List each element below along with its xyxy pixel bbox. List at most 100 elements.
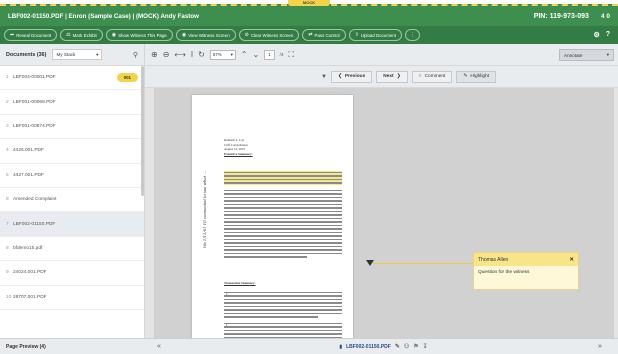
pass-control-label: Pass Control bbox=[314, 32, 340, 38]
list-item[interactable]: 10 28707.001.PDF bbox=[0, 286, 144, 310]
page-down-icon[interactable]: ⌄ bbox=[253, 50, 260, 59]
clear-witness-screen-label: Clear Witness Screen bbox=[250, 32, 294, 38]
list-item-number: 2 bbox=[6, 99, 9, 105]
exhibit-badge: 001 bbox=[116, 73, 138, 83]
upload-icon: ⇧ bbox=[354, 32, 359, 38]
mark-exhibit-button[interactable]: ⚖ Mark Exhibit bbox=[60, 29, 103, 41]
filter-icon[interactable]: ▼ bbox=[321, 74, 327, 80]
fullscreen-icon[interactable]: ⛶ bbox=[289, 50, 295, 60]
search-icon[interactable]: ⚲ bbox=[133, 51, 138, 59]
canvas-gutter bbox=[145, 88, 155, 338]
settings-icon[interactable]: ⚙ bbox=[593, 31, 599, 39]
download-icon[interactable]: ↧ bbox=[423, 343, 428, 350]
page-up-icon[interactable]: ⌃ bbox=[241, 50, 248, 59]
list-item-name: LBF002-01150.PDF bbox=[13, 221, 56, 227]
more-actions-button[interactable]: ⋮ bbox=[405, 29, 421, 41]
eye-icon: ◉ bbox=[181, 32, 187, 38]
help-icon[interactable]: ? bbox=[606, 31, 610, 39]
list-item-number: 1 bbox=[6, 75, 9, 81]
list-item-name: 28707.001.PDF bbox=[13, 294, 47, 300]
list-item-number: 6 bbox=[6, 197, 9, 203]
list-item[interactable]: 6 Amended Complaint bbox=[0, 188, 144, 213]
list-item[interactable]: 2 LBF001-00069.PDF bbox=[0, 90, 144, 115]
fit-width-icon[interactable]: ⟷ bbox=[174, 50, 185, 59]
page-preview-label: Page Preview bbox=[6, 343, 39, 350]
document-icon: ▮ bbox=[339, 343, 343, 350]
next-button[interactable]: Next ❯ bbox=[376, 70, 408, 83]
upload-document-button[interactable]: ⇧ Upload Document bbox=[348, 29, 403, 41]
pass-icon: ⇄ bbox=[308, 32, 313, 38]
list-item[interactable]: 1 LBF004-00001.PDF 001 bbox=[0, 66, 144, 91]
list-item-name: bfdemo15.pdf bbox=[13, 245, 43, 251]
chevron-down-icon: ▾ bbox=[96, 51, 99, 57]
documents-header: Documents (36) My Stack ▾ ⚲ bbox=[0, 44, 144, 66]
body-paragraph bbox=[224, 190, 342, 260]
document-page[interactable]: We 1/15/01 I'll connected to see what ..… bbox=[192, 95, 353, 338]
rotate-icon[interactable]: ↻ bbox=[198, 50, 205, 59]
list-item-active[interactable]: 7 LBF002-01150.PDF bbox=[0, 212, 144, 237]
bullet-paragraph bbox=[224, 292, 342, 320]
comment-button[interactable]: ○ Comment bbox=[411, 70, 453, 83]
zoom-out-icon[interactable]: ⊖ bbox=[163, 50, 170, 59]
notifications-counter[interactable]: 4 0 bbox=[601, 13, 610, 20]
title-bar: LBF002-01150.PDF | Enron (Sample Case) |… bbox=[0, 4, 618, 26]
next-document-icon[interactable]: » bbox=[598, 343, 610, 350]
previous-button[interactable]: ❮ Previous bbox=[330, 70, 373, 83]
list-item[interactable]: 8 bfdemo15.pdf bbox=[0, 237, 144, 262]
list-item[interactable]: 3 LBF001-00874.PDF bbox=[0, 115, 144, 140]
show-witness-page-button[interactable]: ◉ Show Witness This Page bbox=[105, 29, 173, 41]
reveal-document-label: Reveal Document bbox=[16, 32, 52, 38]
list-item-name: LBF001-00069.PDF bbox=[13, 99, 56, 105]
page-preview-toggle[interactable]: Page Preview (4) bbox=[0, 344, 145, 350]
list-item-name: 4426.001.PDF bbox=[13, 148, 44, 154]
pass-control-button[interactable]: ⇄ Pass Control bbox=[302, 29, 346, 41]
list-item-number: 3 bbox=[6, 123, 9, 129]
tag-icon[interactable]: ⚑ bbox=[413, 343, 418, 350]
edit-icon[interactable]: ✎ bbox=[395, 343, 400, 350]
close-icon[interactable]: ✕ bbox=[569, 257, 574, 263]
list-item[interactable]: 9 24024.001.PDF bbox=[0, 261, 144, 286]
canvas-scrollbar[interactable] bbox=[614, 88, 618, 338]
stack-select[interactable]: My Stack ▾ bbox=[52, 49, 103, 60]
viewer-toolbar: ⊕ ⊖ ⟷ I ↻ 67% ▾ ⌃ ⌄ 1 /4 ⛶ Annotate ▾ bbox=[145, 44, 618, 66]
status-bar: Page Preview (4) « ▮ LBF002-01150.PDF ✎ … bbox=[0, 338, 618, 354]
comment-icon: ○ bbox=[418, 74, 422, 79]
list-item[interactable]: 5 4427.001.PDF bbox=[0, 164, 144, 188]
view-witness-screen-button[interactable]: ◉ View Witness Screen bbox=[175, 29, 236, 41]
comment-text[interactable]: Question for the witness bbox=[474, 266, 578, 279]
annotate-select[interactable]: Annotate ▾ bbox=[559, 49, 614, 61]
highlighter-icon: ✎ bbox=[463, 74, 468, 79]
previous-document-icon[interactable]: « bbox=[157, 343, 169, 350]
bullet-paragraph bbox=[224, 323, 342, 338]
clear-witness-screen-button[interactable]: ⊘ Clear Witness Screen bbox=[238, 29, 300, 41]
list-item-name: Amended Complaint bbox=[13, 197, 57, 203]
chevron-left-icon: ❮ bbox=[337, 74, 342, 79]
current-document-info: ▮ LBF002-01150.PDF ✎ ⚇ ⚑ ↧ bbox=[339, 343, 428, 351]
list-item[interactable]: 4 4426.001.PDF bbox=[0, 139, 144, 164]
comment-label: Comment bbox=[424, 74, 446, 79]
text-cursor-icon[interactable]: I bbox=[191, 50, 193, 59]
highlight-button[interactable]: ✎ Highlight bbox=[456, 70, 497, 83]
comment-popup[interactable]: Thomas Allen ✕ Question for the witness bbox=[473, 252, 579, 290]
zoom-in-icon[interactable]: ⊕ bbox=[151, 50, 158, 59]
highlighted-text-lines bbox=[224, 172, 342, 186]
documents-panel: Documents (36) My Stack ▾ ⚲ 1 LBF004-000… bbox=[0, 44, 145, 338]
documents-scrollbar[interactable] bbox=[141, 66, 144, 196]
chevron-right-icon: ❯ bbox=[396, 74, 401, 79]
chevron-down-icon: ▾ bbox=[230, 51, 233, 57]
mock-badge: MOCK bbox=[288, 0, 330, 6]
page-number-input[interactable]: 1 bbox=[264, 49, 275, 60]
annotation-nav-bar: ▼ ❮ Previous Next ❯ ○ Comment ✎ Highligh… bbox=[145, 66, 618, 88]
current-filename: LBF002-01150.PDF bbox=[346, 343, 391, 350]
users-icon[interactable]: ⚇ bbox=[404, 343, 409, 350]
list-item-name: 24024.001.PDF bbox=[13, 270, 47, 276]
zoom-select[interactable]: 67% ▾ bbox=[209, 49, 236, 60]
document-canvas[interactable]: We 1/15/01 I'll connected to see what ..… bbox=[145, 88, 618, 338]
memo-summary-heading: Executive Summary: bbox=[224, 151, 253, 156]
chevron-down-icon: ▾ bbox=[606, 52, 609, 57]
page-preview-count: (4) bbox=[39, 343, 46, 350]
documents-count: Documents (36) bbox=[6, 51, 47, 58]
next-label: Next bbox=[383, 74, 394, 79]
list-item-number: 7 bbox=[6, 221, 9, 227]
reveal-document-button[interactable]: ➦ Reveal Document bbox=[4, 29, 58, 41]
